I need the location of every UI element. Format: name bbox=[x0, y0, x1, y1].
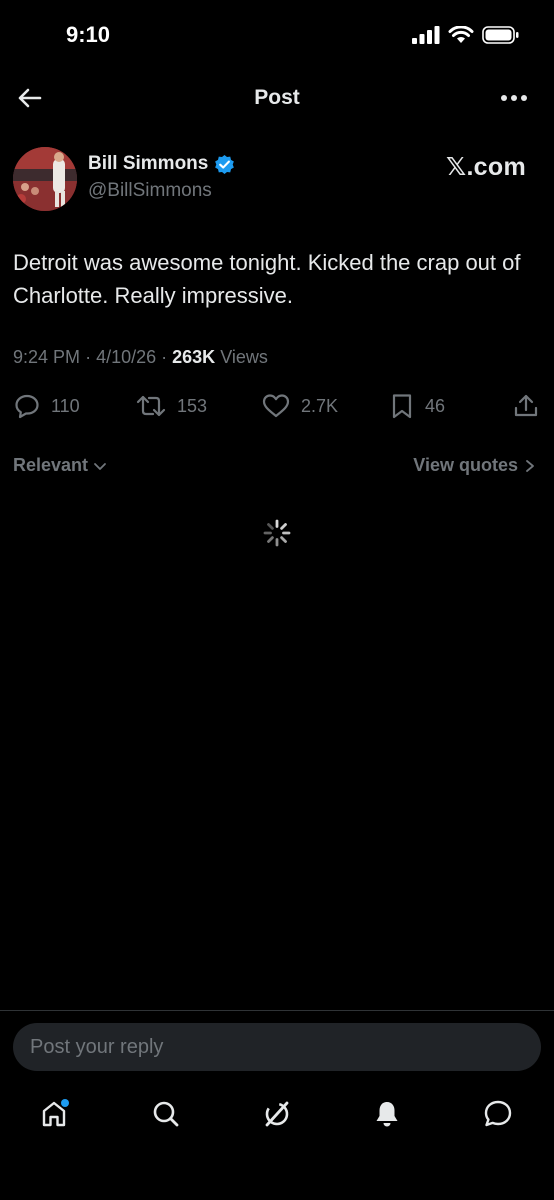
notifications-icon bbox=[376, 1102, 398, 1127]
heart-icon bbox=[262, 394, 290, 418]
tweet-text: Detroit was awesome tonight. Kicked the … bbox=[13, 250, 521, 308]
nav-notifications[interactable] bbox=[367, 1094, 407, 1134]
like-button[interactable]: 2.7K bbox=[261, 392, 338, 420]
meta-separator: · bbox=[85, 347, 97, 367]
cellular-signal-icon bbox=[412, 26, 440, 44]
author-handle[interactable]: @BillSimmons bbox=[88, 180, 212, 202]
like-count: 2.7K bbox=[301, 395, 339, 416]
page-title: Post bbox=[254, 86, 300, 109]
bottom-nav bbox=[0, 1094, 554, 1142]
bookmark-button[interactable]: 46 bbox=[389, 392, 445, 420]
meta-separator: · bbox=[161, 347, 173, 367]
loading-spinner-icon bbox=[262, 518, 292, 548]
search-icon bbox=[153, 1101, 179, 1127]
status-time: 9:10 bbox=[66, 22, 111, 47]
views-count[interactable]: 263K bbox=[172, 347, 215, 367]
source-label: 𝕏.com bbox=[446, 153, 526, 181]
nav-messages[interactable] bbox=[478, 1094, 518, 1134]
nav-home[interactable] bbox=[35, 1094, 75, 1134]
author-name-row[interactable]: Bill Simmons bbox=[88, 153, 235, 175]
share-button[interactable] bbox=[512, 392, 540, 420]
more-options-button[interactable] bbox=[496, 84, 532, 112]
bookmark-count: 46 bbox=[425, 395, 446, 416]
status-icons bbox=[412, 26, 520, 44]
sort-label: Relevant bbox=[13, 455, 89, 475]
reply-placeholder: Post your reply bbox=[30, 1036, 164, 1058]
wifi-icon bbox=[448, 26, 474, 43]
battery-icon bbox=[482, 26, 519, 44]
view-quotes-label: View quotes bbox=[413, 455, 518, 475]
chevron-right-icon bbox=[526, 459, 534, 472]
messages-icon bbox=[484, 1100, 512, 1127]
author-name[interactable]: Bill Simmons bbox=[88, 153, 208, 175]
avatar-photo bbox=[13, 147, 77, 211]
reply-input[interactable]: Post your reply bbox=[13, 1023, 541, 1071]
reply-count: 110 bbox=[51, 395, 80, 416]
sort-replies-button[interactable]: Relevant bbox=[13, 455, 108, 476]
repost-icon bbox=[136, 395, 166, 417]
more-icon bbox=[501, 95, 527, 101]
avatar[interactable] bbox=[13, 147, 77, 211]
divider bbox=[0, 1010, 554, 1011]
nav-search[interactable] bbox=[146, 1094, 186, 1134]
view-quotes-link[interactable]: View quotes bbox=[413, 455, 536, 476]
share-icon bbox=[514, 394, 538, 417]
chevron-down-icon bbox=[94, 462, 106, 470]
grok-icon bbox=[265, 1101, 289, 1127]
reply-button[interactable]: 110 bbox=[13, 392, 80, 420]
views-label: Views bbox=[220, 347, 268, 367]
verified-badge-icon bbox=[215, 154, 235, 174]
tweet-meta: 9:24 PM · 4/10/26 · 263K Views bbox=[13, 347, 268, 368]
home-icon bbox=[42, 1099, 69, 1127]
repost-count: 153 bbox=[177, 395, 208, 416]
nav-grok[interactable] bbox=[257, 1094, 297, 1134]
repost-button[interactable]: 153 bbox=[135, 392, 207, 420]
tweet-actions: 110 153 2.7K 46 bbox=[0, 392, 554, 424]
bookmark-icon bbox=[392, 394, 412, 419]
tweet-date[interactable]: 4/10/26 bbox=[96, 347, 156, 367]
reply-icon bbox=[15, 394, 39, 419]
tweet-time[interactable]: 9:24 PM bbox=[13, 347, 80, 367]
